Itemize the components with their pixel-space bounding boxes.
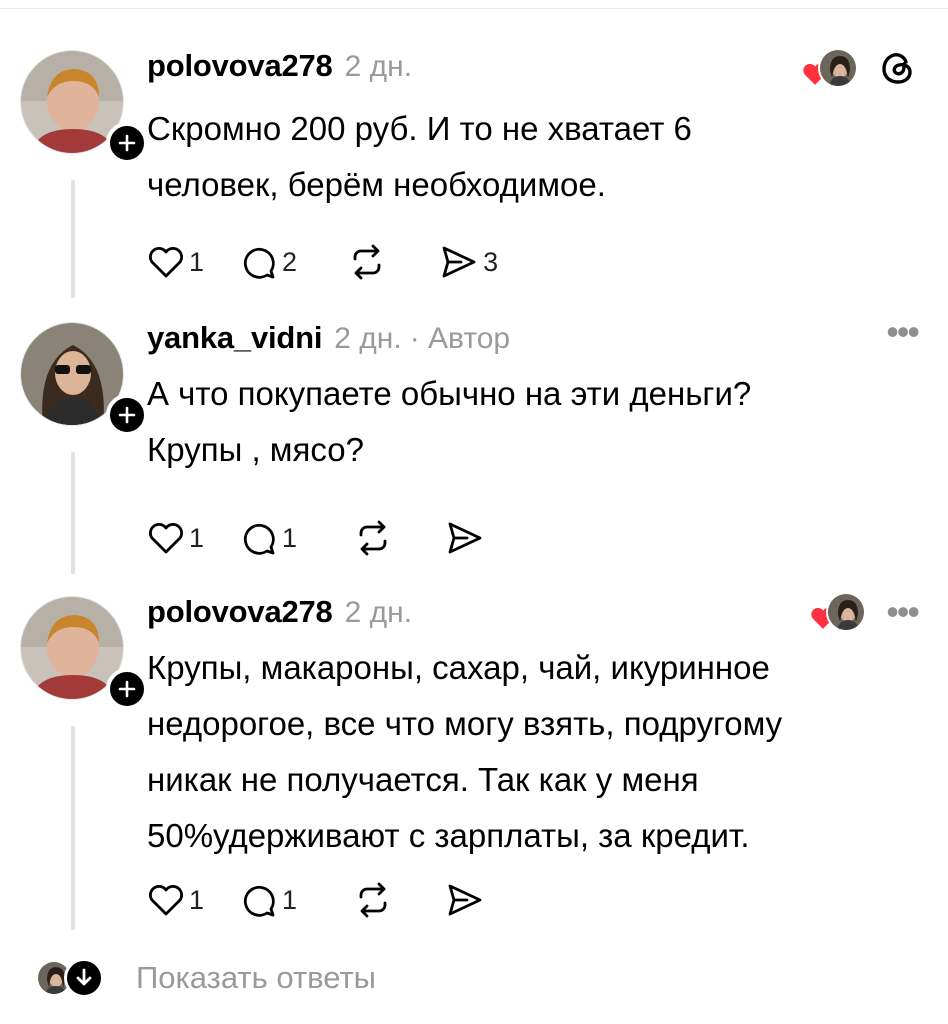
post-header: yanka_vidni 2 дн. · Автор <box>147 320 510 360</box>
post-text: Крупы, макароны, сахар, чай, икуринное н… <box>147 640 907 864</box>
avatar-yanka_vidni[interactable] <box>20 322 148 436</box>
repost-icon <box>359 882 387 918</box>
follow-plus-icon[interactable] <box>106 394 148 436</box>
post-text-line: Крупы , мясо? <box>147 431 364 468</box>
comment-icon <box>243 523 275 555</box>
more-icon[interactable]: ••• <box>886 314 920 350</box>
reply-count: 1 <box>282 884 298 915</box>
send-icon <box>442 246 476 278</box>
repost-button[interactable] <box>353 519 393 557</box>
top-divider <box>0 8 948 9</box>
username[interactable]: polovova278 <box>147 48 333 84</box>
follow-plus-icon[interactable] <box>106 122 148 164</box>
post-right-tools <box>802 46 918 90</box>
arrow-down-icon <box>64 958 104 998</box>
post-right-tools: ••• <box>886 314 920 350</box>
post-text-line: Крупы, макароны, сахар, чай, икуринное <box>147 649 770 686</box>
post-text-line: человек, берём необходимое. <box>147 166 606 203</box>
post-text-line: Скромно 200 руб. И то не хватает 6 <box>147 110 692 147</box>
heart-icon <box>149 885 183 916</box>
post-text: А что покупаете обычно на эти деньги? Кр… <box>147 366 907 478</box>
follow-plus-icon[interactable] <box>106 668 148 710</box>
like-count: 1 <box>189 522 205 553</box>
post-header: polovova278 2 дн. <box>147 594 412 634</box>
comment-icon <box>243 885 275 917</box>
post-text: Скромно 200 руб. И то не хватает 6 челов… <box>147 101 907 213</box>
reply-avatars <box>36 958 106 998</box>
repost-button[interactable] <box>353 881 393 919</box>
share-button[interactable]: 3 <box>439 243 498 281</box>
like-count: 1 <box>189 246 205 277</box>
reply-button[interactable]: 2 <box>238 243 297 281</box>
author-label: · Автор <box>409 322 511 355</box>
author-mini-avatar <box>818 48 858 88</box>
heart-icon <box>149 247 183 278</box>
post-time: 2 дн. <box>344 50 413 83</box>
post-text-line: недорогое, все что могу взять, подругому <box>147 705 783 742</box>
comment-icon <box>243 247 275 279</box>
more-icon[interactable]: ••• <box>886 594 920 630</box>
post-time: 2 дн. <box>334 322 402 355</box>
like-button[interactable]: 1 <box>147 520 204 556</box>
reply-count: 1 <box>282 522 298 553</box>
post-header: polovova278 2 дн. <box>147 48 412 88</box>
thread-line <box>71 726 75 930</box>
username[interactable]: polovova278 <box>147 594 333 630</box>
thread-line <box>71 180 75 298</box>
heart-icon <box>149 523 183 554</box>
send-icon <box>448 522 482 554</box>
author-mini-avatar <box>826 592 867 632</box>
share-count: 3 <box>483 246 499 277</box>
avatar-polovova278[interactable] <box>20 596 148 710</box>
post-actions: 1 2 3 <box>147 240 532 284</box>
threads-logo-icon[interactable] <box>878 48 918 88</box>
like-count: 1 <box>189 884 205 915</box>
repost-icon <box>359 520 387 556</box>
like-button[interactable]: 1 <box>147 882 204 918</box>
reply-button[interactable]: 1 <box>238 519 297 557</box>
post-text-line: А что покупаете обычно на эти деньги? <box>147 375 752 412</box>
share-button[interactable] <box>445 519 485 557</box>
liked-by-author-indicator <box>802 46 858 90</box>
thread-line <box>71 452 75 574</box>
reply-button[interactable]: 1 <box>238 881 297 919</box>
share-button[interactable] <box>445 881 485 919</box>
reply-count: 2 <box>282 246 298 277</box>
post-right-tools: ••• <box>810 590 920 634</box>
post-actions: 1 1 <box>147 878 519 922</box>
post-actions: 1 1 <box>147 516 519 560</box>
liked-by-author-indicator <box>810 590 867 634</box>
post-text-line: никак не получается. Так как у меня <box>147 761 699 798</box>
repost-button[interactable] <box>347 243 387 281</box>
show-replies-label: Показать ответы <box>136 960 376 995</box>
like-button[interactable]: 1 <box>147 244 204 280</box>
post-time: 2 дн. <box>344 596 413 629</box>
show-replies-button[interactable]: Показать ответы <box>36 958 376 998</box>
post-text-line: 50%удерживают с зарплаты, за кредит. <box>147 817 750 854</box>
username[interactable]: yanka_vidni <box>147 320 322 356</box>
send-icon <box>448 884 482 916</box>
repost-icon <box>353 244 381 280</box>
avatar-polovova278[interactable] <box>20 50 148 164</box>
